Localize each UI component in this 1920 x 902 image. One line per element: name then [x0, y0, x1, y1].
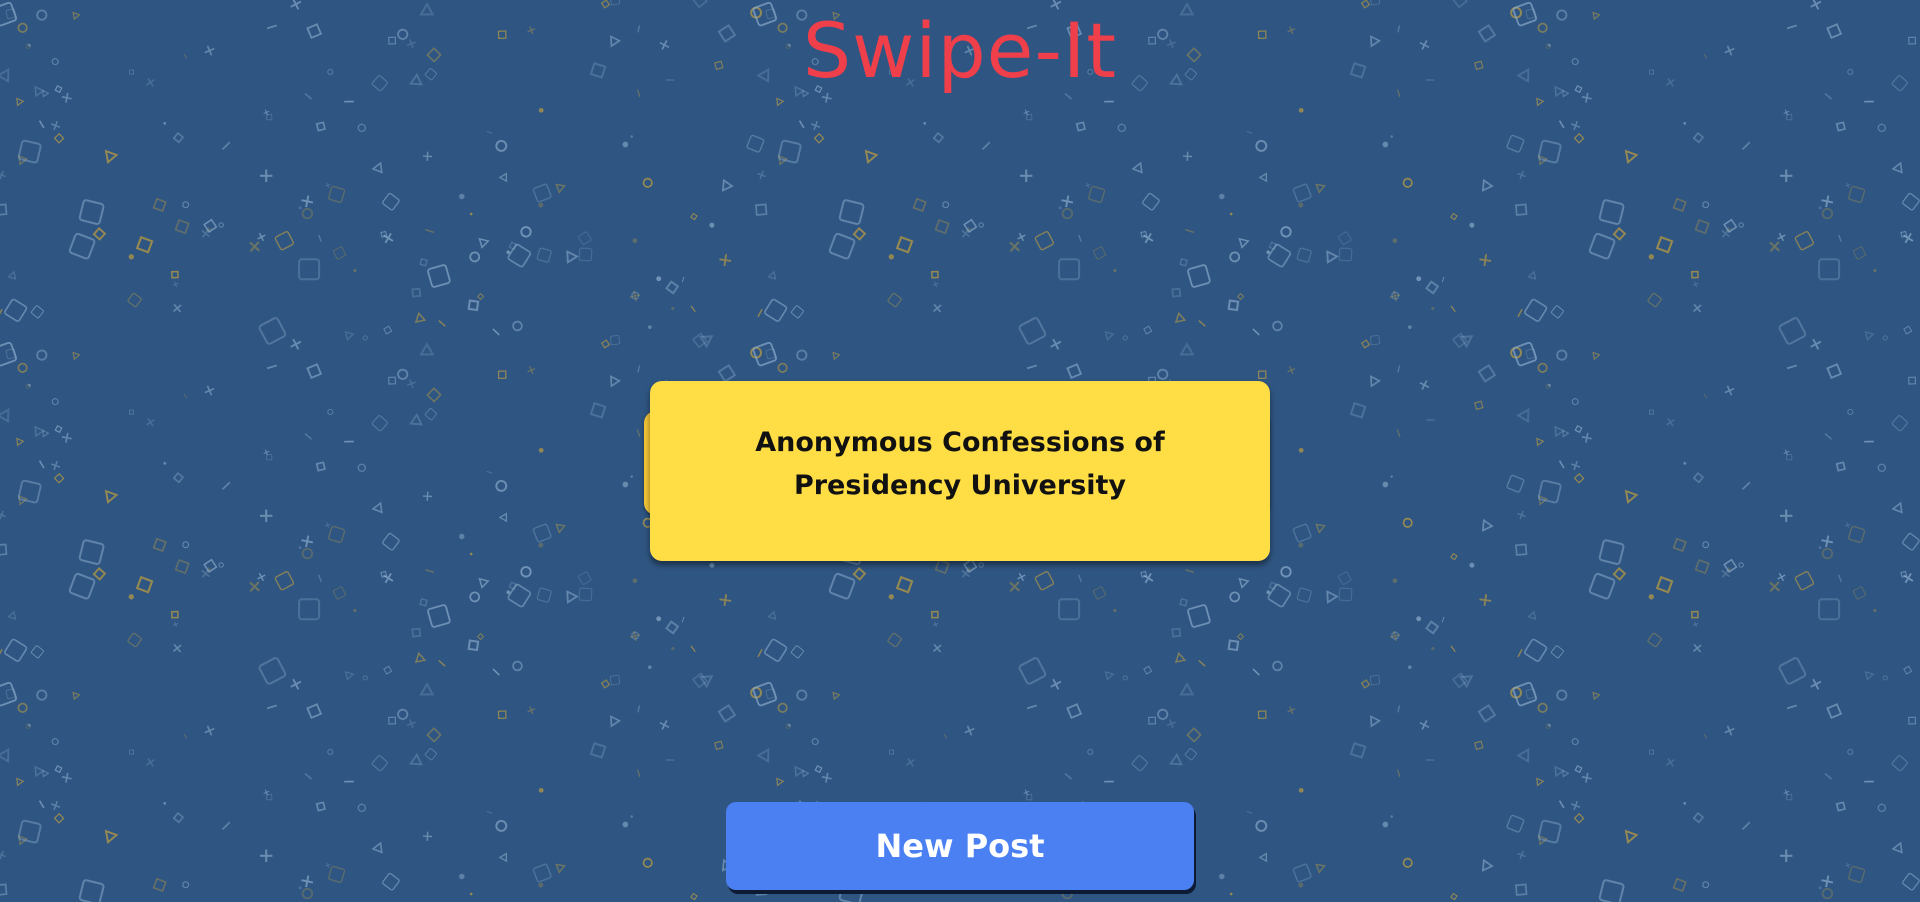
confession-card[interactable]: Anonymous Confessions of Presidency Univ… [650, 381, 1270, 561]
confession-card-stack[interactable]: Anonymous Confessions of Presidency Univ… [644, 381, 1272, 567]
new-post-button[interactable]: New Post [726, 802, 1194, 890]
confession-card-text: Anonymous Confessions of Presidency Univ… [755, 427, 1165, 501]
app-title: Swipe-It [802, 6, 1118, 95]
